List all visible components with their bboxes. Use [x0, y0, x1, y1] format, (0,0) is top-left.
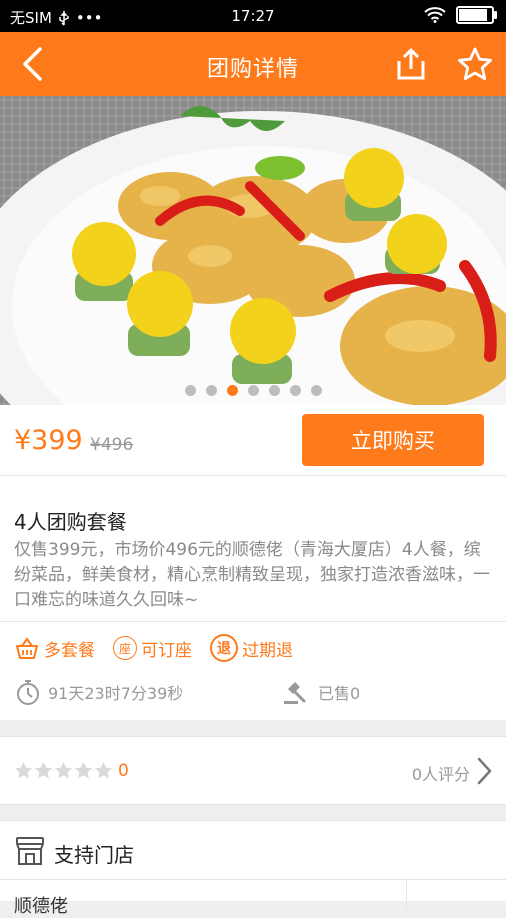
star-rating: [14, 761, 113, 780]
tag-label: 可订座: [141, 640, 192, 661]
seat-badge-icon: 座: [113, 636, 137, 660]
current-price: ¥399: [14, 425, 83, 456]
store-name[interactable]: 顺德佬: [14, 892, 68, 918]
star-icon: [14, 761, 33, 779]
carousel-dot[interactable]: [205, 385, 217, 396]
tag-label: 过期退: [242, 640, 293, 661]
status-bar: 无SIM ••• 17:27: [0, 0, 506, 32]
gavel-icon: [284, 682, 306, 704]
carousel-dot[interactable]: [184, 385, 196, 396]
star-outline-icon[interactable]: [455, 44, 495, 84]
rating-row[interactable]: 0 0人评分: [0, 736, 506, 805]
star-icon: [94, 761, 113, 779]
share-icon[interactable]: [391, 44, 431, 84]
star-icon: [74, 761, 93, 779]
carousel-dot[interactable]: [226, 385, 238, 396]
tag-refundable: 退 过期退: [210, 634, 293, 662]
supported-stores-section: 支持门店 顺德佬: [0, 820, 506, 917]
divider: [0, 621, 506, 622]
carousel-dot[interactable]: [310, 385, 322, 396]
chevron-right-icon: [477, 757, 492, 785]
carousel-dot[interactable]: [289, 385, 301, 396]
price-bar: ¥399 ¥496 立即购买: [0, 405, 506, 476]
section-title: 支持门店: [54, 843, 134, 867]
tag-reservable: 座 可订座: [113, 636, 192, 661]
countdown-text: 91天23时7分39秒: [48, 684, 184, 703]
countdown-row: 91天23时7分39秒: [14, 678, 183, 706]
sold-count: 已售0: [318, 684, 361, 703]
hero-image-carousel[interactable]: [0, 96, 506, 405]
carousel-dot[interactable]: [247, 385, 259, 396]
buy-now-button[interactable]: 立即购买: [302, 414, 484, 466]
review-count: 0人评分: [411, 765, 470, 784]
star-icon: [54, 761, 73, 779]
battery-icon: [456, 6, 497, 24]
deal-tags: 多套餐 座 可订座 退 过期退: [14, 634, 293, 662]
deal-info-card: 4人团购套餐 仅售399元，市场价496元的顺德佬（青海大厦店）4人餐，缤纷菜品…: [0, 476, 506, 720]
nav-bar: 团购详情: [0, 32, 506, 96]
tag-multi-package: 多套餐: [14, 636, 95, 661]
store-icon: [16, 837, 44, 865]
divider: [0, 879, 506, 880]
tag-label: 多套餐: [44, 640, 95, 661]
star-icon: [34, 761, 53, 779]
dish-photo: [0, 96, 506, 405]
carousel-dot[interactable]: [268, 385, 280, 396]
refund-badge-icon: 退: [210, 634, 238, 662]
original-price: ¥496: [90, 435, 134, 455]
sold-row: 已售0: [282, 678, 360, 706]
rating-score: 0: [118, 761, 129, 781]
deal-title: 4人团购套餐: [14, 510, 127, 534]
carousel-indicator: [0, 385, 506, 396]
divider: [406, 879, 407, 909]
basket-icon: [16, 637, 38, 659]
stopwatch-icon: [17, 680, 39, 705]
wifi-icon: [424, 7, 446, 23]
deal-description: 仅售399元，市场价496元的顺德佬（青海大厦店）4人餐，缤纷菜品，鲜美食材，精…: [14, 540, 490, 610]
